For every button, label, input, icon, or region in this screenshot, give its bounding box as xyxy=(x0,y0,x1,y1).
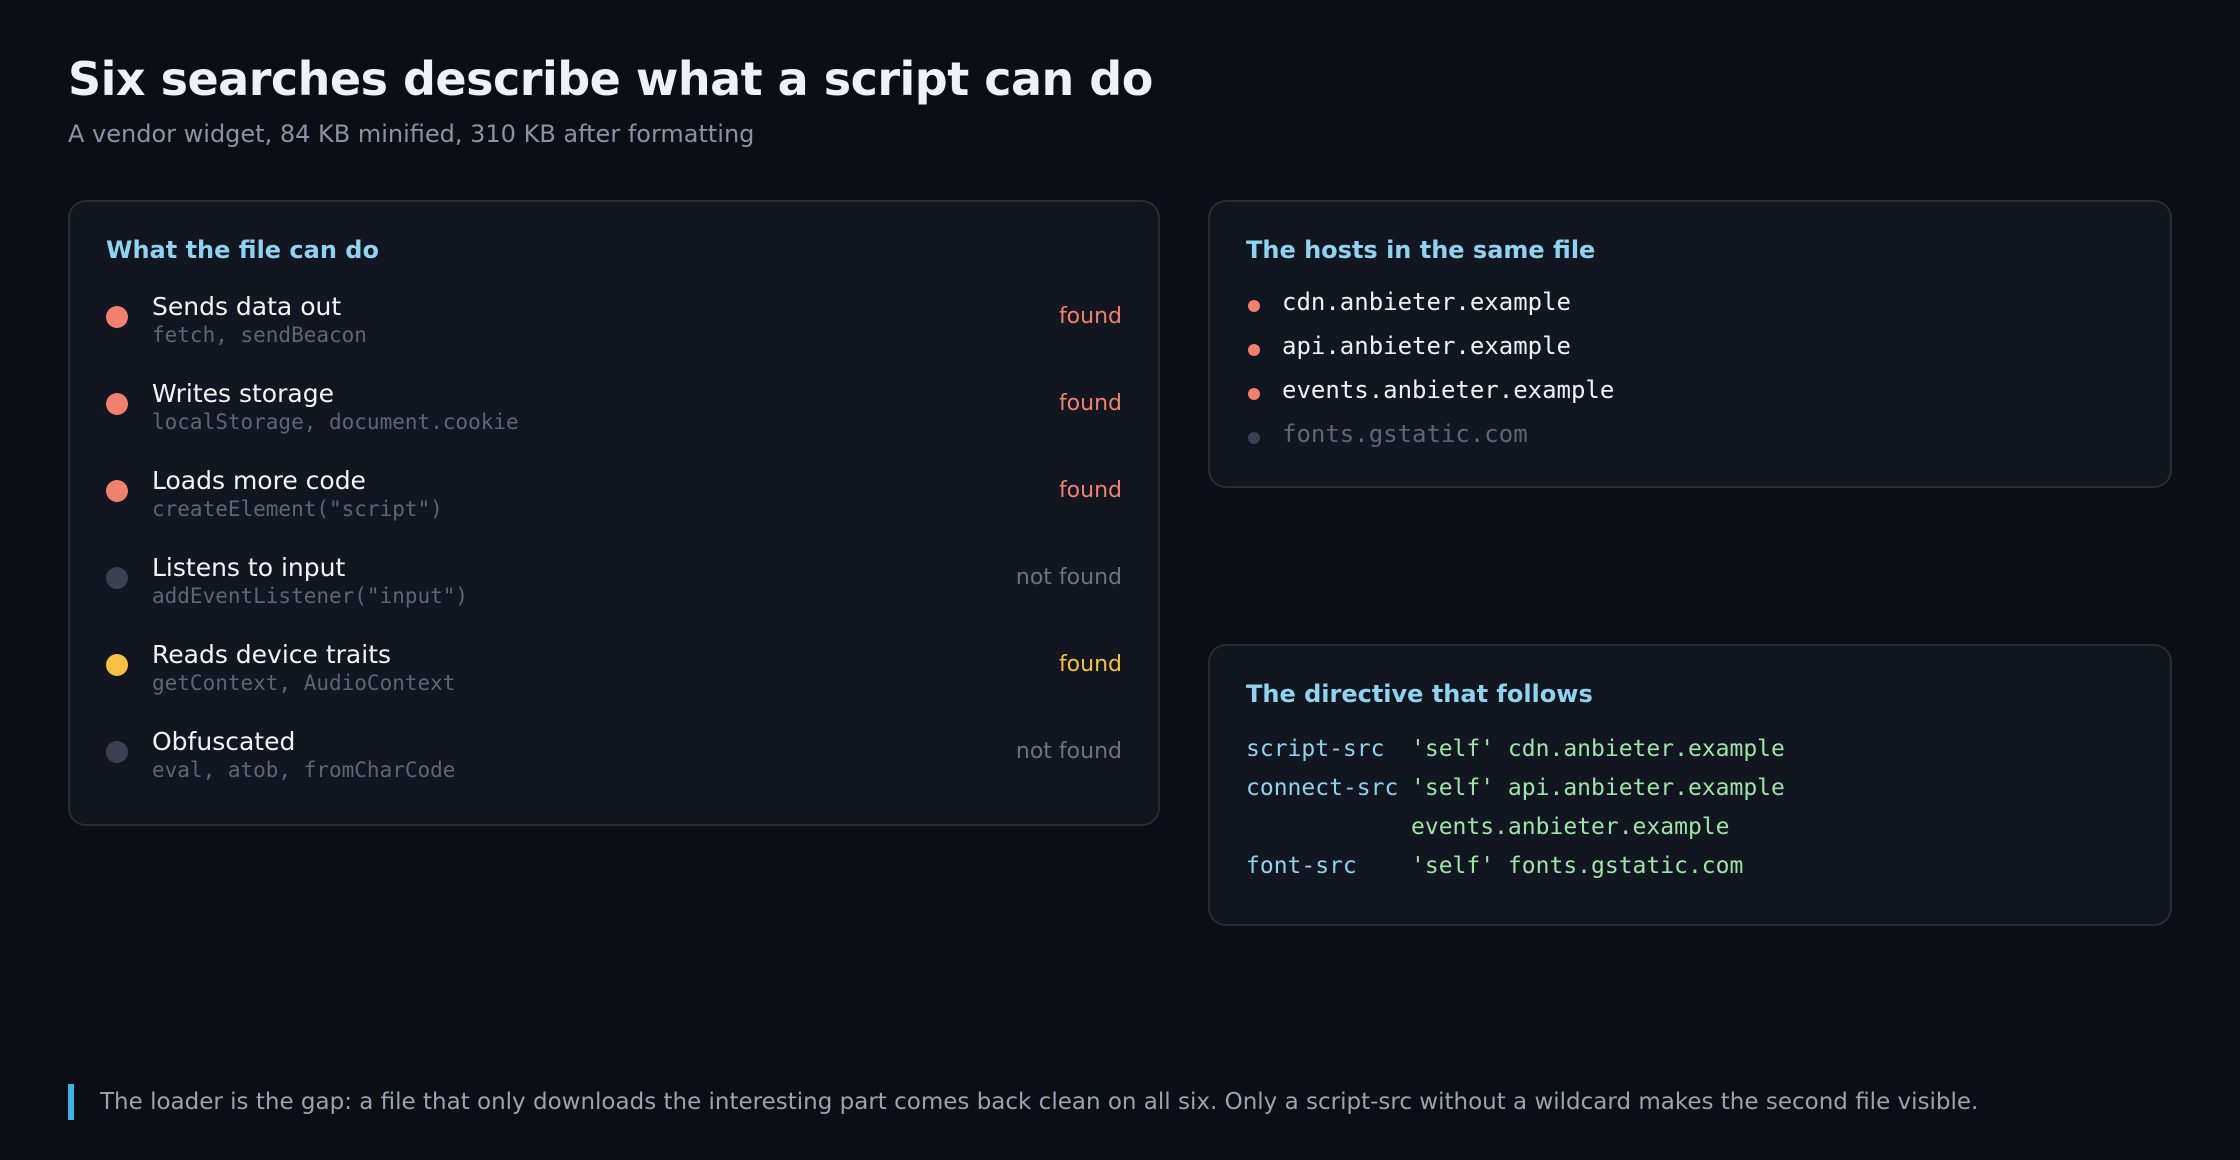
capability-status: found xyxy=(1058,652,1122,677)
capability-code: createElement("script") xyxy=(152,497,443,521)
directive-line: connect-src 'self' api.anbieter.example xyxy=(1246,775,2134,814)
hosts-panel: The hosts in the same file cdn.anbieter.… xyxy=(1208,200,2172,488)
capability-code: localStorage, document.cookie xyxy=(152,410,519,434)
capability-code: getContext, AudioContext xyxy=(152,671,456,695)
capability-row: Reads device traits getContext, AudioCon… xyxy=(106,640,1122,727)
directive-value: 'self' cdn.anbieter.example xyxy=(1411,736,1785,762)
capability-label: Obfuscated xyxy=(152,727,296,756)
host-name: cdn.anbieter.example xyxy=(1282,288,1571,316)
capability-row: Sends data out fetch, sendBeacon found xyxy=(106,292,1122,379)
capability-label: Loads more code xyxy=(152,466,366,495)
capability-status: found xyxy=(1058,391,1122,416)
directive-key: script-src xyxy=(1246,736,1385,762)
bullet-dot-icon xyxy=(1248,300,1260,312)
hosts-list: cdn.anbieter.example api.anbieter.exampl… xyxy=(1246,286,2134,462)
capability-code: eval, atob, fromCharCode xyxy=(152,758,456,782)
directive-value: 'self' fonts.gstatic.com xyxy=(1411,853,1744,879)
directive-code-block: script-src 'self' cdn.anbieter.example c… xyxy=(1246,736,2134,892)
capability-row: Obfuscated eval, atob, fromCharCode not … xyxy=(106,727,1122,814)
directive-value: events.anbieter.example xyxy=(1411,814,1730,840)
directive-line: events.anbieter.example xyxy=(1246,814,2134,853)
capability-label: Reads device traits xyxy=(152,640,392,669)
capability-code: addEventListener("input") xyxy=(152,584,469,608)
host-row: cdn.anbieter.example xyxy=(1246,286,2134,330)
page-subtitle: A vendor widget, 84 KB minified, 310 KB … xyxy=(68,120,755,148)
directive-line: script-src 'self' cdn.anbieter.example xyxy=(1246,736,2134,775)
capability-label: Sends data out xyxy=(152,292,342,321)
host-name: api.anbieter.example xyxy=(1282,332,1571,360)
capability-code: fetch, sendBeacon xyxy=(152,323,367,347)
capability-row: Writes storage localStorage, document.co… xyxy=(106,379,1122,466)
bullet-dot-icon xyxy=(1248,388,1260,400)
host-row: fonts.gstatic.com xyxy=(1246,418,2134,462)
footer-note: The loader is the gap: a file that only … xyxy=(68,1084,1978,1120)
capability-status: found xyxy=(1058,304,1122,329)
host-name: events.anbieter.example xyxy=(1282,376,1615,404)
host-name: fonts.gstatic.com xyxy=(1282,420,1528,448)
capability-label: Listens to input xyxy=(152,553,346,582)
directive-line: font-src 'self' fonts.gstatic.com xyxy=(1246,853,2134,892)
page-header: Six searches describe what a script can … xyxy=(68,52,1153,148)
status-dot-icon xyxy=(106,654,128,676)
capability-status: found xyxy=(1058,478,1122,503)
status-dot-icon xyxy=(106,741,128,763)
status-dot-icon xyxy=(106,567,128,589)
status-dot-icon xyxy=(106,306,128,328)
capability-row: Listens to input addEventListener("input… xyxy=(106,553,1122,640)
page-title: Six searches describe what a script can … xyxy=(68,52,1153,106)
status-dot-icon xyxy=(106,480,128,502)
capabilities-panel: What the file can do Sends data out fetc… xyxy=(68,200,1160,826)
directive-key: font-src xyxy=(1246,853,1357,879)
host-row: events.anbieter.example xyxy=(1246,374,2134,418)
bullet-dot-icon xyxy=(1248,432,1260,444)
bullet-dot-icon xyxy=(1248,344,1260,356)
capability-row: Loads more code createElement("script") … xyxy=(106,466,1122,553)
directive-panel: The directive that follows script-src 's… xyxy=(1208,644,2172,926)
status-dot-icon xyxy=(106,393,128,415)
directive-value: 'self' api.anbieter.example xyxy=(1411,775,1785,801)
host-row: api.anbieter.example xyxy=(1246,330,2134,374)
directive-heading: The directive that follows xyxy=(1246,680,1593,708)
capabilities-list: Sends data out fetch, sendBeacon found W… xyxy=(106,292,1122,814)
hosts-heading: The hosts in the same file xyxy=(1246,236,1596,264)
capabilities-heading: What the file can do xyxy=(106,236,379,264)
directive-key: connect-src xyxy=(1246,775,1399,801)
capability-label: Writes storage xyxy=(152,379,334,408)
capability-status: not found xyxy=(1015,739,1122,764)
capability-status: not found xyxy=(1015,565,1122,590)
